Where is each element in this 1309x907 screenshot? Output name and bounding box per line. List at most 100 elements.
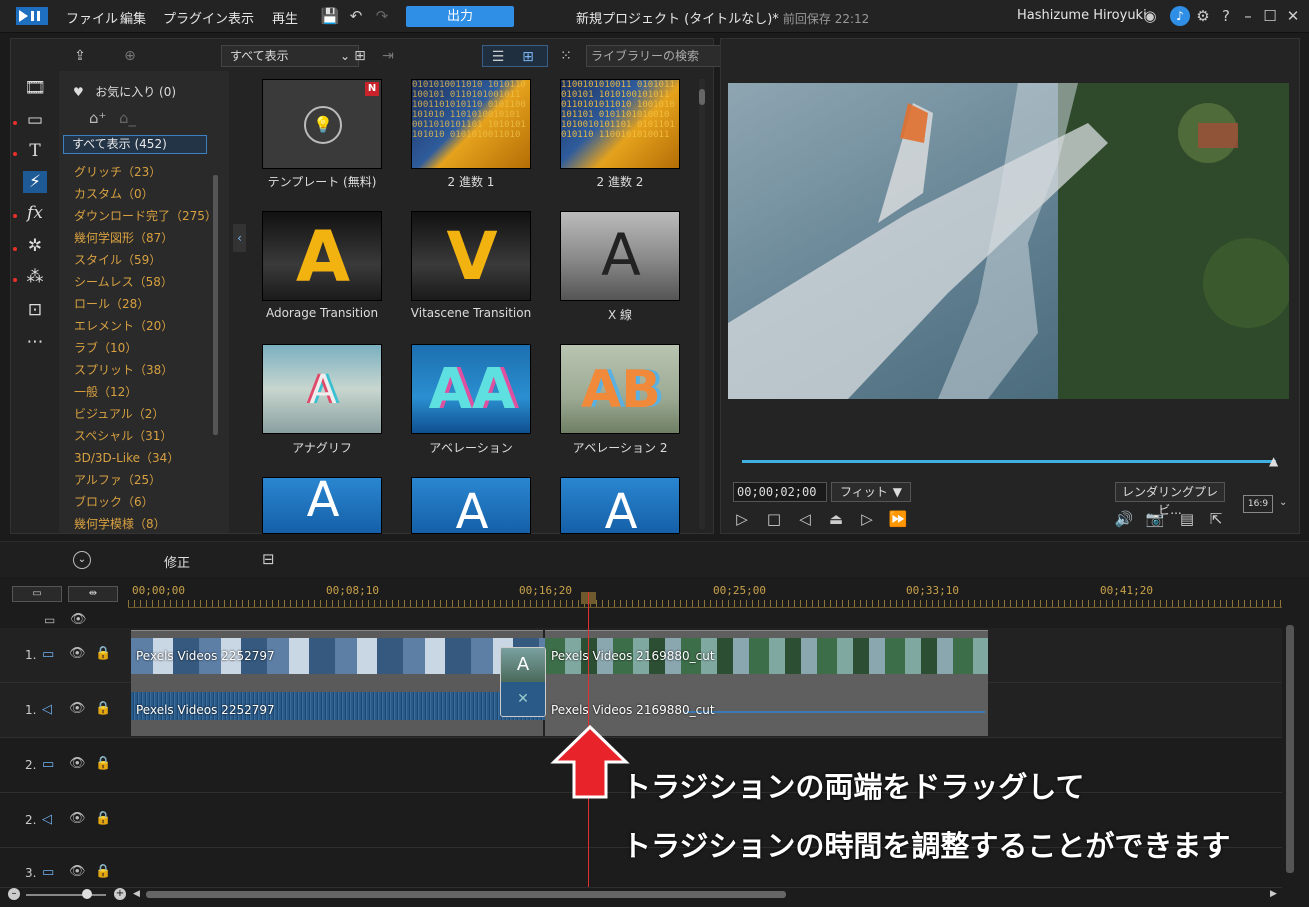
next-frame-icon[interactable]: ▷ (856, 508, 878, 530)
thumbnail-binary-1[interactable]: 0101010011010 1010110100101 011010100101… (411, 79, 531, 169)
thumbnail-vitascene[interactable]: V (411, 211, 531, 301)
zoom-slider[interactable] (26, 894, 106, 896)
grid-view-icon[interactable]: ⊞ (517, 46, 539, 68)
split-icon[interactable]: ⏏ (825, 508, 847, 530)
undo-icon[interactable]: ↶ (346, 6, 366, 26)
timecode-display[interactable]: 00;00;02;00 (733, 482, 827, 502)
list-view-icon[interactable]: ☰ (487, 46, 509, 68)
download-cloud-icon[interactable]: ⊕ (119, 45, 141, 67)
category-item[interactable]: ロール（28） (74, 295, 149, 312)
notification-icon[interactable]: ♪ (1170, 6, 1190, 26)
menu-view[interactable]: 表示 (228, 8, 254, 27)
transition-room-icon[interactable]: ⚡ (23, 171, 47, 193)
category-item[interactable]: エレメント（20） (74, 317, 173, 334)
category-all[interactable]: すべて表示 (452) (63, 135, 207, 154)
redo-icon[interactable]: ↷ (372, 6, 392, 26)
aspect-dropdown-icon[interactable]: ⌄ (1279, 497, 1287, 508)
lock-icon[interactable]: 🔒 (95, 864, 111, 879)
video-clip-2252797[interactable]: Pexels Videos 2252797 (131, 638, 545, 674)
menu-edit[interactable]: 編集 (120, 8, 146, 27)
thumbnail-template[interactable]: 💡 N (262, 79, 382, 169)
edit-menu-icon[interactable]: ⊟ (262, 550, 275, 568)
category-item[interactable]: スプリット（38） (74, 361, 173, 378)
storyboard-toggle-icon[interactable]: ▭ (12, 586, 62, 602)
eye-icon[interactable]: 👁 (69, 756, 86, 771)
category-item[interactable]: スタイル（59） (74, 251, 161, 268)
thumbnail-row4-1[interactable]: A (262, 477, 382, 534)
play-icon[interactable]: ▷ (731, 508, 753, 530)
category-item[interactable]: 幾何学図形（87） (74, 229, 173, 246)
account-icon[interactable]: ◉ (1140, 6, 1160, 26)
menu-playback[interactable]: 再生 (272, 8, 298, 27)
eye-icon[interactable]: 👁 (69, 701, 86, 716)
import-icon[interactable]: ⇪ (69, 45, 91, 67)
eye-icon[interactable]: 👁 (69, 864, 86, 879)
audio-clip-2252797[interactable]: Pexels Videos 2252797 (131, 692, 545, 720)
favorites-item[interactable]: ♥ お気に入り (0) (73, 83, 176, 100)
thumbnail-row4-3[interactable]: A (560, 477, 680, 534)
remove-tag-icon[interactable]: ⌂_ (119, 109, 136, 127)
fast-forward-icon[interactable]: ⏩ (887, 508, 909, 530)
lock-icon[interactable]: 🔒 (95, 811, 111, 826)
fit-timeline-icon[interactable]: ⇹ (68, 586, 118, 602)
thumbnail-aberration[interactable]: AA (411, 344, 531, 434)
timeline-ruler[interactable]: 00;00;00 00;08;10 00;16;20 00;25;00 00;3… (128, 580, 1282, 608)
zoom-slider-thumb[interactable] (82, 889, 92, 899)
scrubber-end-handle[interactable]: ▲ (1269, 454, 1278, 468)
close-icon[interactable]: ✕ (1283, 6, 1303, 26)
thumbnail-aberration-2[interactable]: AB (560, 344, 680, 434)
menu-file[interactable]: ファイル (66, 8, 118, 27)
category-select[interactable]: すべて表示 ⌄ (221, 45, 359, 67)
thumbnail-binary-2[interactable]: 1100101010011 0101011010101 101010010101… (560, 79, 680, 169)
category-item[interactable]: 幾何学模様（8） (74, 515, 166, 532)
output-button[interactable]: 出力 (406, 6, 514, 27)
scroll-left-icon[interactable]: ◀ (133, 889, 140, 899)
title-room-icon[interactable]: T (23, 140, 47, 162)
save-icon[interactable]: 💾 (320, 6, 340, 26)
stop-icon[interactable]: □ (763, 508, 785, 530)
eye-icon[interactable]: 👁 (70, 612, 87, 627)
category-item[interactable]: ラブ（10） (74, 339, 137, 356)
render-preview-button[interactable]: レンダリングプレビ... (1115, 482, 1225, 517)
snapshot-camera-icon[interactable]: 📷 (1144, 508, 1166, 530)
transition-clip[interactable]: A ✕ (500, 647, 546, 717)
modify-tab[interactable]: 修正 (164, 552, 190, 571)
category-scrollbar[interactable] (213, 175, 218, 435)
lock-icon[interactable]: 🔒 (95, 756, 111, 771)
undock-icon[interactable]: ⇱ (1205, 508, 1227, 530)
more-rooms-icon[interactable]: ⋯ (23, 331, 47, 353)
category-item[interactable]: ブロック（6） (74, 493, 154, 510)
lock-icon[interactable]: 🔒 (95, 646, 111, 661)
category-item[interactable]: 3D/3D-Like（34） (74, 449, 179, 466)
video-room-icon[interactable]: ▭ (23, 109, 47, 131)
collapse-down-icon[interactable]: ⌄ (73, 551, 91, 569)
effect-room-icon[interactable]: fx (23, 202, 47, 224)
volume-icon[interactable]: 🔊 (1113, 508, 1135, 530)
subtitle-icon[interactable]: ▤ (1176, 508, 1198, 530)
zoom-out-icon[interactable]: – (8, 888, 20, 900)
category-item[interactable]: アルファ（25） (74, 471, 161, 488)
particle-room-icon[interactable]: ⁂ (23, 266, 47, 288)
preview-scrubber[interactable] (742, 460, 1276, 463)
lock-icon[interactable]: 🔒 (95, 701, 111, 716)
menu-plugins[interactable]: プラグイン (163, 8, 228, 27)
add-to-timeline-icon[interactable]: ⊞ (349, 45, 371, 67)
timeline-vertical-scrollbar[interactable] (1286, 625, 1294, 873)
category-item[interactable]: カスタム（0） (74, 185, 154, 202)
eye-icon[interactable]: 👁 (69, 646, 86, 661)
scroll-thumb[interactable] (699, 89, 705, 105)
video-clip-2169880[interactable]: Pexels Videos 2169880_cut (545, 638, 988, 674)
help-icon[interactable]: ? (1216, 6, 1236, 26)
category-item[interactable]: スペシャル（31） (74, 427, 172, 444)
zoom-in-icon[interactable]: + (114, 888, 126, 900)
aspect-ratio-badge[interactable]: 16:9 (1243, 495, 1273, 513)
previous-frame-icon[interactable]: ◁ (794, 508, 816, 530)
media-room-icon[interactable]: 🎞 (23, 77, 47, 99)
thumbnail-row4-2[interactable]: A (411, 477, 531, 534)
timeline-horizontal-scrollbar[interactable] (146, 891, 786, 898)
pip-room-icon[interactable]: ✲ (23, 235, 47, 257)
replace-icon[interactable]: ⇥ (377, 45, 399, 67)
add-tag-icon[interactable]: ⌂⁺ (89, 109, 106, 127)
collapse-panel-button[interactable]: ‹ (233, 224, 246, 252)
grid-scrollbar[interactable] (699, 79, 705, 529)
